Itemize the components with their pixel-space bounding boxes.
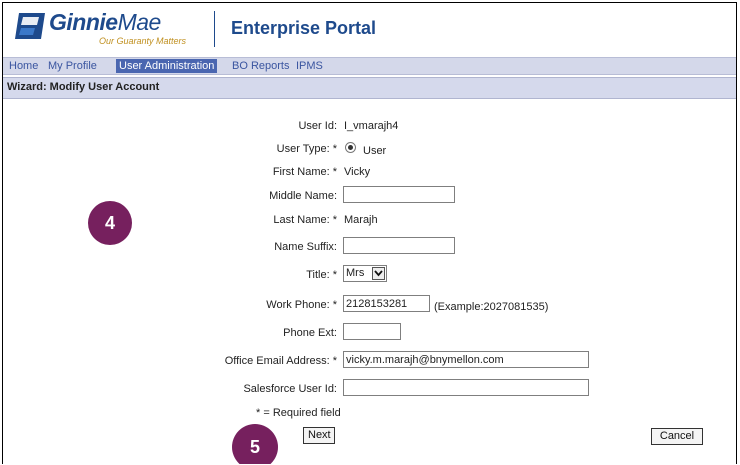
- middle-name-input[interactable]: [343, 186, 455, 203]
- wizard-title: Wizard: Modify User Account: [7, 81, 160, 93]
- name-suffix-label: Name Suffix:: [274, 241, 337, 253]
- cancel-button[interactable]: Cancel: [651, 428, 703, 445]
- work-phone-example: (Example:2027081535): [434, 301, 549, 313]
- last-name-label: Last Name: *: [273, 214, 337, 226]
- next-button[interactable]: Next: [303, 427, 335, 444]
- ginnie-mae-logo[interactable]: GinnieMae Our Guaranty Matters: [13, 9, 213, 49]
- work-phone-label: Work Phone: *: [266, 299, 337, 311]
- title-select[interactable]: Mrs: [343, 265, 387, 282]
- required-field-note: * = Required field: [256, 407, 341, 419]
- email-label: Office Email Address: *: [224, 355, 337, 367]
- last-name-value: Marajh: [344, 214, 378, 226]
- name-suffix-input[interactable]: [343, 237, 455, 254]
- portal-title: Enterprise Portal: [231, 18, 377, 38]
- email-input[interactable]: [343, 351, 589, 368]
- nav-item-user-administration[interactable]: User Administration: [116, 59, 218, 73]
- title-select-value: Mrs: [346, 267, 365, 279]
- user-type-option-label: User: [363, 145, 387, 157]
- nav-item-my-profile[interactable]: My Profile: [45, 59, 100, 73]
- header: GinnieMae Our Guaranty Matters Enterpris…: [3, 3, 736, 53]
- work-phone-input[interactable]: [343, 295, 430, 312]
- wizard-title-bar: Wizard: Modify User Account: [3, 77, 736, 99]
- step-5-callout: 5: [232, 424, 278, 464]
- user-type-radio[interactable]: [345, 142, 356, 153]
- phone-ext-input[interactable]: [343, 323, 401, 340]
- salesforce-input[interactable]: [343, 379, 589, 396]
- header-divider: [214, 11, 215, 47]
- phone-ext-label: Phone Ext:: [283, 327, 337, 339]
- first-name-value: Vicky: [344, 166, 371, 178]
- first-name-label: First Name: *: [272, 166, 337, 178]
- top-nav: Home My Profile User Administration BO R…: [3, 57, 736, 75]
- nav-item-bo-reports[interactable]: BO Reports: [229, 59, 292, 73]
- logo-tagline: Our Guaranty Matters: [99, 36, 187, 46]
- logo-wordmark: GinnieMae: [49, 9, 161, 35]
- chevron-down-icon[interactable]: [372, 267, 385, 280]
- salesforce-label: Salesforce User Id:: [243, 383, 337, 395]
- nav-item-ipms[interactable]: IPMS: [293, 59, 326, 73]
- ginnie-mae-logo-icon: [15, 13, 45, 39]
- portal-window: GinnieMae Our Guaranty Matters Enterpris…: [2, 2, 737, 464]
- user-id-label: User Id:: [298, 120, 337, 132]
- nav-item-home[interactable]: Home: [6, 59, 41, 73]
- step-4-callout: 4: [88, 201, 132, 245]
- middle-name-label: Middle Name:: [269, 190, 337, 202]
- user-type-label: User Type: *: [276, 143, 337, 155]
- title-label: Title: *: [306, 269, 337, 281]
- user-id-value: I_vmarajh4: [344, 120, 399, 132]
